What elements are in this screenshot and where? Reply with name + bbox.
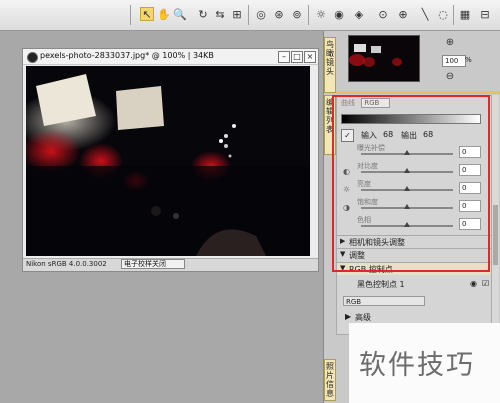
zoom-input[interactable]: 100 bbox=[442, 55, 466, 67]
zoom-in-icon[interactable]: ⊕ bbox=[444, 37, 456, 49]
watermark: 软件技巧 bbox=[349, 323, 500, 403]
hue-knob[interactable] bbox=[404, 222, 410, 227]
image-window-titlebar[interactable]: pexels-photo-2833037.jpg* @ 100% | 34KB … bbox=[23, 49, 318, 65]
saturation-knob[interactable] bbox=[404, 204, 410, 209]
eyedropper-icon[interactable]: ✓ bbox=[341, 129, 354, 142]
control-point-icon[interactable]: ⊙ bbox=[376, 7, 390, 21]
scrollbar-thumb[interactable] bbox=[493, 205, 498, 265]
brush-icon[interactable]: ╲ bbox=[418, 7, 432, 21]
exposure-slider-row: 曝光补偿 0 bbox=[341, 143, 486, 160]
curve-title: 曲线 bbox=[341, 99, 355, 107]
panel-scrollbar[interactable] bbox=[491, 95, 499, 325]
exposure-label: 曝光补偿 bbox=[357, 144, 385, 152]
control-point-section[interactable]: ▼ RGB 控制点 bbox=[337, 262, 492, 275]
lasso-icon[interactable]: ◌ bbox=[436, 7, 450, 21]
image-window-title: pexels-photo-2833037.jpg* @ 100% | 34KB bbox=[40, 51, 214, 60]
maximize-button[interactable]: □ bbox=[291, 51, 303, 63]
hue-value[interactable]: 0 bbox=[459, 218, 481, 230]
arrow-select-icon[interactable]: ↖ bbox=[140, 7, 154, 21]
straighten-icon[interactable]: ⇆ bbox=[213, 7, 227, 21]
hue-slider-row: 色相 0 bbox=[341, 215, 486, 232]
lens-adjust-label: 相机和镜头调整 bbox=[349, 238, 405, 247]
collapse-arrow-icon: ▼ bbox=[340, 250, 346, 258]
exposure-value[interactable]: 0 bbox=[459, 146, 481, 158]
zoom-out-icon[interactable]: ⊖ bbox=[444, 71, 456, 83]
contrast-label: 对比度 bbox=[357, 162, 378, 170]
rgb-select[interactable]: RGB bbox=[343, 296, 425, 306]
main-toolbar: ↖ ✋ 🔍 ↻ ⇆ ⊞ ◎ ⊛ ⊚ ☼ ◉ ◈ ⊙ ⊕ ╲ ◌ ▦ ⊟ bbox=[0, 0, 500, 31]
birdseye-tab[interactable]: 鸟瞰镜头 bbox=[324, 37, 336, 93]
advanced-label[interactable]: 高级 bbox=[355, 312, 371, 323]
advanced-arrow-icon: ▶ bbox=[345, 312, 352, 321]
minimize-button[interactable]: – bbox=[278, 51, 290, 63]
exposure-knob[interactable] bbox=[404, 150, 410, 155]
watermark-text: 软件技巧 bbox=[359, 350, 475, 381]
output-value: 68 bbox=[423, 130, 434, 139]
birdseye-thumbnail[interactable] bbox=[348, 35, 420, 82]
auto-retouch-icon[interactable]: ⊚ bbox=[290, 7, 304, 21]
tone-gradient[interactable] bbox=[341, 114, 481, 124]
photo-canvas[interactable] bbox=[26, 66, 310, 256]
crop-icon[interactable]: ⊞ bbox=[230, 7, 244, 21]
black-point-label[interactable]: 黑色控制点 1 bbox=[357, 279, 405, 290]
saturation-icon: ◑ bbox=[343, 203, 350, 212]
brightness-icon[interactable]: ☼ bbox=[314, 7, 328, 21]
retouch-icon[interactable]: ⊛ bbox=[272, 7, 286, 21]
close-button[interactable]: × bbox=[304, 51, 316, 63]
soft-proof-select[interactable]: 电子校样关闭 bbox=[121, 259, 185, 269]
toolbar-separator bbox=[308, 5, 309, 25]
brightness-slider-row: ☼ 亮度 0 bbox=[341, 179, 486, 196]
brightness-label: 亮度 bbox=[357, 180, 371, 188]
edit-list-tab[interactable]: 编辑列表 bbox=[324, 95, 336, 155]
image-window-statusbar: Nikon sRGB 4.0.0.3002 电子校样关闭 bbox=[23, 258, 318, 271]
compare-icon[interactable]: ⊟ bbox=[478, 7, 492, 21]
collapse-arrow-icon: ▼ bbox=[340, 264, 346, 272]
contrast-value[interactable]: 0 bbox=[459, 164, 481, 176]
color-profile-label: Nikon sRGB 4.0.0.3002 bbox=[26, 260, 107, 268]
curve-header: 曲线 RGB bbox=[341, 98, 391, 108]
curve-mode-select[interactable]: RGB bbox=[361, 98, 391, 108]
zoom-tool-icon[interactable]: 🔍 bbox=[173, 7, 187, 21]
image-window[interactable]: pexels-photo-2833037.jpg* @ 100% | 34KB … bbox=[22, 48, 319, 272]
expand-arrow-icon: ▶ bbox=[340, 237, 346, 245]
app-logo-icon bbox=[27, 52, 38, 63]
input-output-row: ✓ 输入 68 输出 68 bbox=[341, 129, 481, 142]
hue-label: 色相 bbox=[357, 216, 371, 224]
brightness-knob[interactable] bbox=[404, 186, 410, 191]
red-eye-icon[interactable]: ◎ bbox=[254, 7, 268, 21]
brightness-slider-icon: ☼ bbox=[343, 185, 351, 194]
photo-info-tab[interactable]: 照片信息 bbox=[324, 359, 336, 401]
output-label: 输出 bbox=[401, 131, 417, 140]
saturation-label: 饱和度 bbox=[357, 198, 378, 206]
concert-photo bbox=[26, 66, 310, 256]
contrast-slider-row: ◐ 对比度 0 bbox=[341, 161, 486, 178]
adjust-label: 调整 bbox=[349, 251, 365, 260]
edit-panel: 曲线 RGB ✓ 输入 68 输出 68 曝光补偿 0 ◐ 对比度 0 ☼ 亮度 bbox=[336, 95, 493, 335]
toolbar-separator bbox=[453, 5, 454, 25]
control-point-label: RGB 控制点 bbox=[349, 265, 393, 274]
hand-tool-icon[interactable]: ✋ bbox=[157, 7, 171, 21]
adjust-section[interactable]: ▼ 调整 bbox=[337, 248, 492, 261]
brightness-value[interactable]: 0 bbox=[459, 182, 481, 194]
tag-icon[interactable]: ◈ bbox=[352, 7, 366, 21]
grid-view-icon[interactable]: ▦ bbox=[458, 7, 472, 21]
control-point-plus-icon[interactable]: ⊕ bbox=[396, 7, 410, 21]
saturation-slider-row: ◑ 饱和度 0 bbox=[341, 197, 486, 214]
toolbar-separator bbox=[130, 5, 131, 25]
preview-eye-icon[interactable]: ◉ bbox=[332, 7, 346, 21]
panel-divider bbox=[336, 91, 500, 94]
zoom-unit-label: % bbox=[465, 56, 472, 64]
radio-icon[interactable]: ◉ bbox=[470, 279, 477, 288]
rotate-icon[interactable]: ↻ bbox=[196, 7, 210, 21]
saturation-value[interactable]: 0 bbox=[459, 200, 481, 212]
lens-adjust-section[interactable]: ▶ 相机和镜头调整 bbox=[337, 235, 492, 248]
thumbnail-image bbox=[349, 36, 419, 81]
input-value: 68 bbox=[383, 130, 394, 139]
checkbox-icon[interactable]: ☑ bbox=[482, 279, 489, 288]
contrast-icon: ◐ bbox=[343, 167, 350, 176]
contrast-knob[interactable] bbox=[404, 168, 410, 173]
input-label: 输入 bbox=[361, 131, 377, 140]
toolbar-separator bbox=[248, 5, 249, 25]
